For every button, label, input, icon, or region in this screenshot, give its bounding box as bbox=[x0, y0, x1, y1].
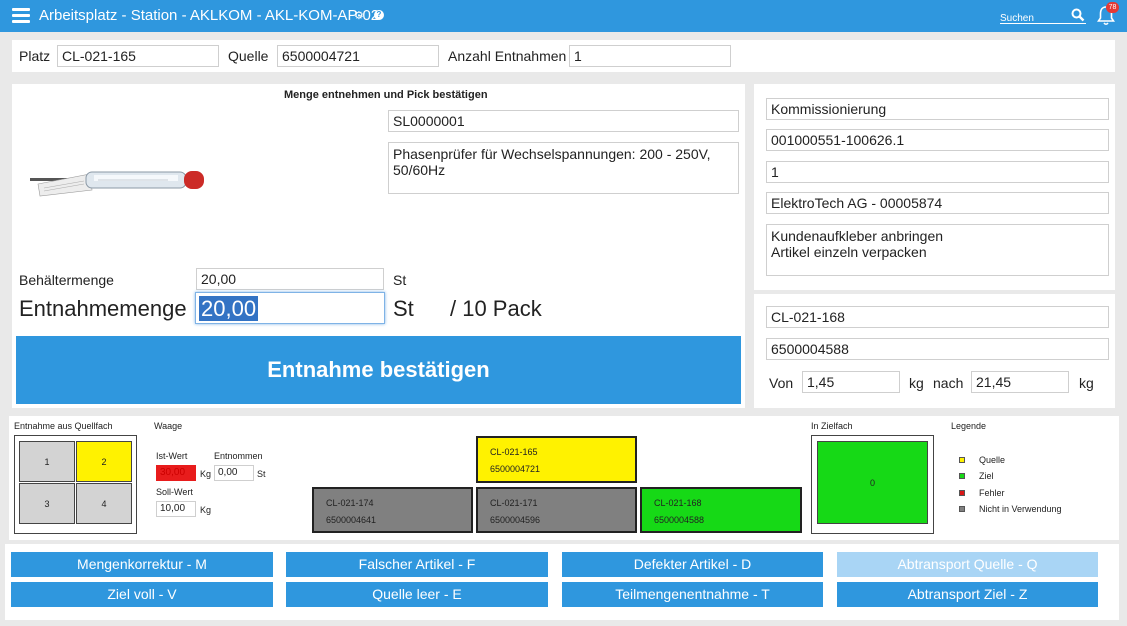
nach-unit: kg bbox=[1079, 375, 1094, 391]
slot-source-location: CL-021-165 bbox=[490, 447, 538, 457]
legend-swatch-fehler bbox=[959, 490, 965, 496]
soll-unit: Kg bbox=[200, 505, 212, 515]
defekter-artikel-button[interactable]: Defekter Artikel - D bbox=[562, 552, 823, 577]
slot-left-container: 6500004641 bbox=[326, 515, 377, 525]
scale-title: Waage bbox=[154, 421, 183, 431]
soll-value: 10,00 bbox=[156, 501, 196, 517]
legend-title: Legende bbox=[951, 421, 987, 431]
source-bin-cell-2[interactable]: 2 bbox=[76, 441, 132, 482]
entnahme-unit: St bbox=[393, 296, 414, 321]
von-label: Von bbox=[769, 375, 794, 391]
legend-swatch-nicht bbox=[959, 506, 965, 512]
slot-middle-location: CL-021-171 bbox=[490, 498, 538, 508]
slot-target[interactable]: CL-021-168 6500004588 bbox=[640, 487, 802, 533]
order-number-field[interactable]: 001000551-100626.1 bbox=[766, 129, 1109, 151]
slot-source[interactable]: CL-021-165 6500004721 bbox=[476, 436, 637, 483]
platz-field[interactable]: CL-021-165 bbox=[57, 45, 219, 67]
order-type-field[interactable]: Kommissionierung bbox=[766, 98, 1109, 120]
target-bin-title: In Zielfach bbox=[811, 421, 853, 431]
slot-middle-container: 6500004596 bbox=[490, 515, 541, 525]
target-bin-cell[interactable]: 0 bbox=[817, 441, 928, 524]
legend-swatch-ziel bbox=[959, 473, 965, 479]
ziel-voll-button[interactable]: Ziel voll - V bbox=[11, 582, 273, 607]
source-bin-cell-3[interactable]: 3 bbox=[19, 483, 75, 524]
entnahme-label: Entnahmemenge bbox=[19, 296, 187, 321]
soll-label: Soll-Wert bbox=[156, 487, 193, 497]
ist-unit: Kg bbox=[200, 469, 212, 479]
entnommen-value: 0,00 bbox=[214, 465, 254, 481]
slot-middle[interactable]: CL-021-171 6500004596 bbox=[476, 487, 637, 533]
search-input[interactable] bbox=[1000, 11, 1064, 26]
pick-heading: Menge entnehmen und Pick bestätigen bbox=[284, 89, 488, 101]
legend-swatch-quelle bbox=[959, 457, 965, 463]
slot-target-container: 6500004588 bbox=[654, 515, 705, 525]
slot-left-location: CL-021-174 bbox=[326, 498, 374, 508]
page-title: Arbeitsplatz - Station - AKLKOM - AKL-KO… bbox=[39, 7, 380, 24]
target-container-field[interactable]: 6500004588 bbox=[766, 338, 1109, 360]
gear-icon[interactable]: ⚙ bbox=[354, 9, 364, 22]
confirm-pick-button[interactable]: Entnahme bestätigen bbox=[16, 336, 741, 404]
quelle-leer-button[interactable]: Quelle leer - E bbox=[286, 582, 548, 607]
search-icon[interactable] bbox=[1071, 8, 1085, 22]
legend-label-fehler: Fehler bbox=[979, 488, 1005, 498]
anzahl-field[interactable]: 1 bbox=[569, 45, 731, 67]
abtransport-ziel-button[interactable]: Abtransport Ziel - Z bbox=[837, 582, 1098, 607]
nach-field[interactable]: 21,45 bbox=[971, 371, 1069, 393]
quelle-field[interactable]: 6500004721 bbox=[277, 45, 439, 67]
source-bin-title: Entnahme aus Quellfach bbox=[14, 421, 113, 431]
order-notes-field[interactable]: Kundenaufkleber anbringen Artikel einzel… bbox=[766, 224, 1109, 276]
slot-source-container: 6500004721 bbox=[490, 464, 541, 474]
entnommen-label: Entnommen bbox=[214, 451, 263, 461]
quelle-label: Quelle bbox=[228, 48, 269, 64]
entnommen-unit: St bbox=[257, 469, 266, 479]
ist-label: Ist-Wert bbox=[156, 451, 188, 461]
slot-target-location: CL-021-168 bbox=[654, 498, 702, 508]
article-number-field[interactable]: SL0000001 bbox=[388, 110, 739, 132]
nach-label: nach bbox=[933, 375, 964, 391]
von-field[interactable]: 1,45 bbox=[802, 371, 900, 393]
slot-left[interactable]: CL-021-174 6500004641 bbox=[312, 487, 473, 533]
legend-label-ziel: Ziel bbox=[979, 471, 994, 481]
article-description-field[interactable]: Phasenprüfer für Wechselspannungen: 200 … bbox=[388, 142, 739, 194]
falscher-artikel-button[interactable]: Falscher Artikel - F bbox=[286, 552, 548, 577]
anzahl-label: Anzahl Entnahmen bbox=[448, 48, 567, 64]
platz-label: Platz bbox=[19, 48, 51, 64]
notification-badge: 78 bbox=[1106, 2, 1119, 13]
source-bin-cell-1[interactable]: 1 bbox=[19, 441, 75, 482]
target-location-field[interactable]: CL-021-168 bbox=[766, 306, 1109, 328]
von-unit: kg bbox=[909, 375, 924, 391]
pack-info: / 10 Pack bbox=[450, 296, 542, 321]
teilmengenentnahme-button[interactable]: Teilmengenentnahme - T bbox=[562, 582, 823, 607]
behaelter-field[interactable]: 20,00 bbox=[196, 268, 384, 290]
help-icon[interactable]: ? bbox=[374, 10, 384, 20]
hamburger-menu-icon[interactable] bbox=[12, 8, 30, 23]
entnahme-input-value: 20,00 bbox=[199, 296, 259, 321]
behaelter-unit: St bbox=[393, 272, 407, 288]
source-bin-cell-4[interactable]: 4 bbox=[76, 483, 132, 524]
mengenkorrektur-button[interactable]: Mengenkorrektur - M bbox=[11, 552, 273, 577]
abtransport-quelle-button[interactable]: Abtransport Quelle - Q bbox=[837, 552, 1098, 577]
legend-label-quelle: Quelle bbox=[979, 455, 1006, 465]
ist-value: 30,00 bbox=[156, 465, 196, 481]
customer-field[interactable]: ElektroTech AG - 00005874 bbox=[766, 192, 1109, 214]
order-position-field[interactable]: 1 bbox=[766, 161, 1109, 183]
product-image bbox=[30, 171, 204, 197]
entnahme-input[interactable]: 20,00 bbox=[195, 292, 385, 324]
behaelter-label: Behältermenge bbox=[19, 272, 114, 288]
legend-label-nicht: Nicht in Verwendung bbox=[979, 504, 1062, 514]
